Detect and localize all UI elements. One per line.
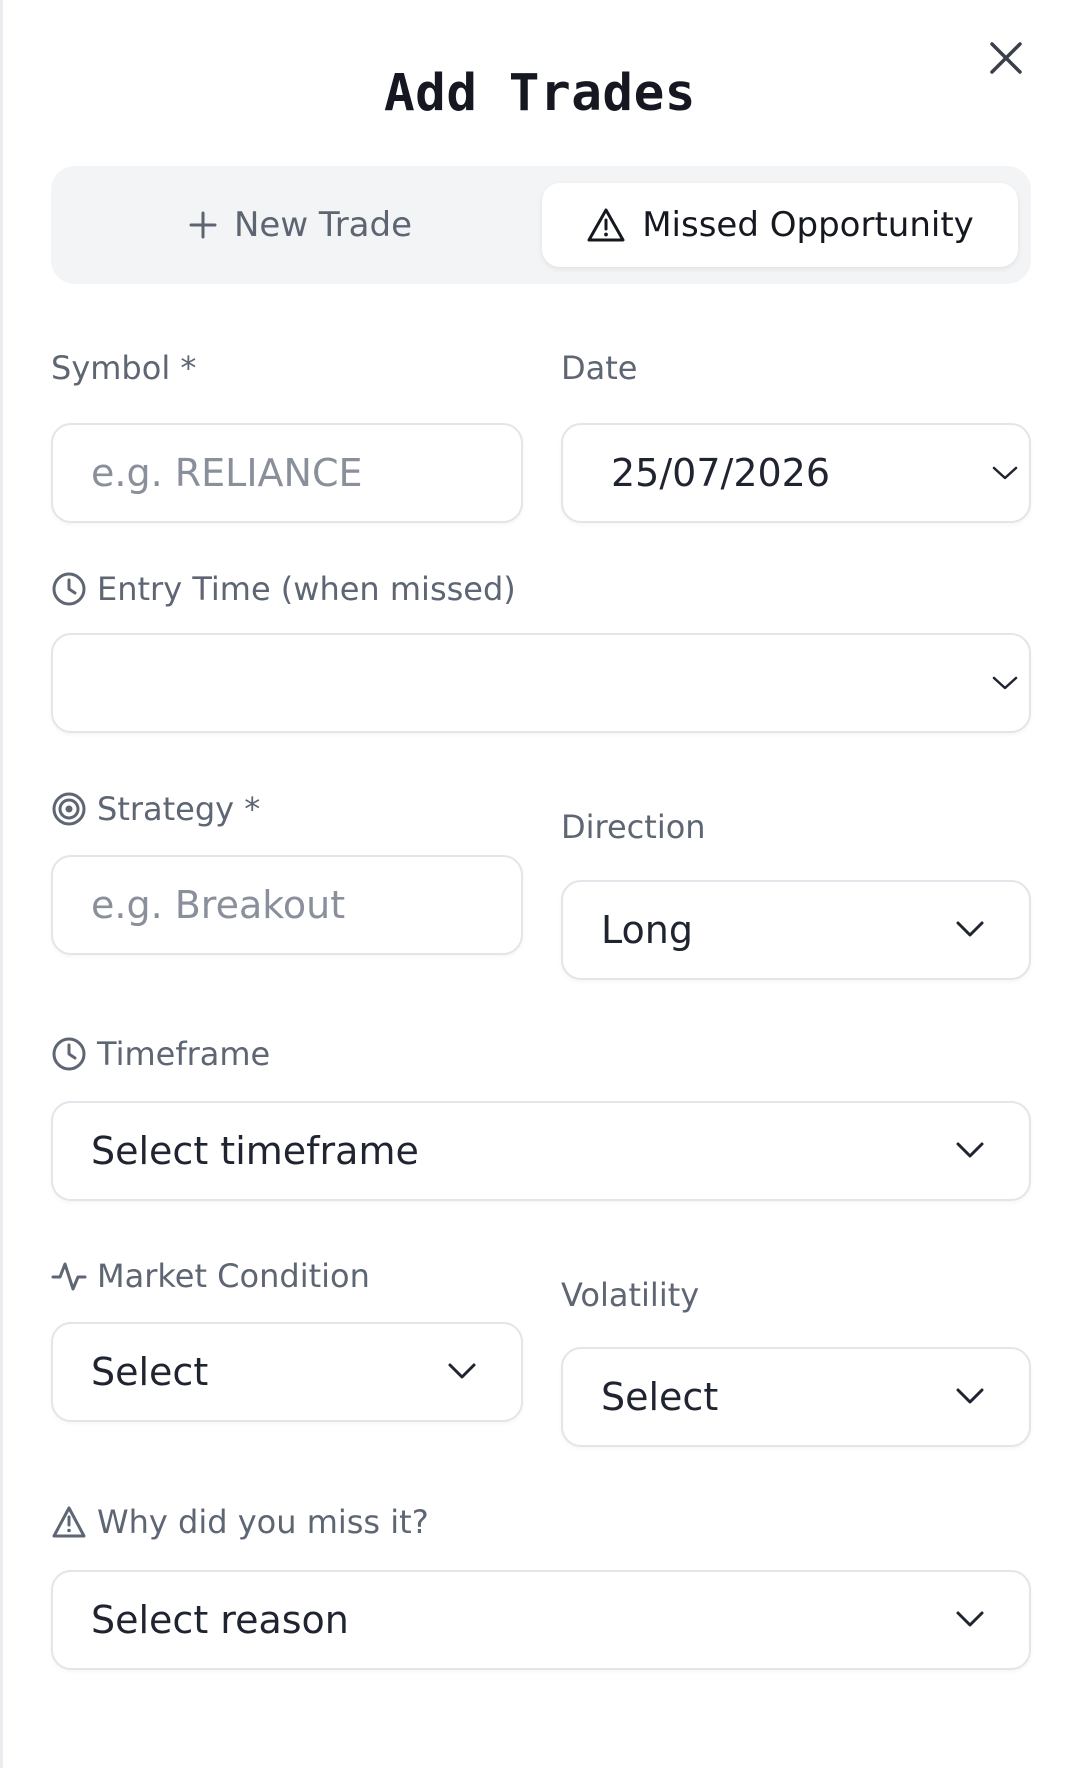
chevron-down-icon bbox=[992, 466, 1018, 480]
market-condition-label: Market Condition bbox=[51, 1257, 370, 1295]
chevron-down-icon bbox=[956, 1388, 984, 1404]
miss-reason-value: Select reason bbox=[91, 1598, 349, 1642]
symbol-field[interactable] bbox=[51, 423, 523, 523]
date-picker[interactable]: 25/07/2026 bbox=[561, 423, 1031, 523]
timeframe-label: Timeframe bbox=[51, 1035, 270, 1073]
strategy-label: Strategy * bbox=[51, 790, 260, 828]
timeframe-value: Select timeframe bbox=[91, 1129, 419, 1173]
timeframe-label-text: Timeframe bbox=[97, 1035, 271, 1073]
direction-value: Long bbox=[601, 908, 693, 952]
market-condition-value: Select bbox=[91, 1350, 209, 1394]
symbol-label-text: Symbol * bbox=[51, 349, 197, 387]
entry-time-picker[interactable] bbox=[51, 633, 1031, 733]
miss-reason-label-text: Why did you miss it? bbox=[97, 1503, 429, 1541]
chevron-down-icon bbox=[956, 921, 984, 937]
trade-mode-switch: New Trade Missed Opportunity bbox=[51, 166, 1031, 284]
direction-select[interactable]: Long bbox=[561, 880, 1031, 980]
date-label: Date bbox=[561, 349, 637, 387]
tab-new-trade[interactable]: New Trade bbox=[61, 183, 539, 267]
date-value: 25/07/2026 bbox=[611, 451, 831, 495]
warning-triangle-icon bbox=[52, 1506, 86, 1538]
market-condition-label-text: Market Condition bbox=[97, 1257, 370, 1295]
direction-label-text: Direction bbox=[561, 808, 706, 846]
clock-icon bbox=[52, 1037, 86, 1071]
plus-icon bbox=[189, 211, 217, 239]
direction-label: Direction bbox=[561, 808, 706, 846]
miss-reason-label: Why did you miss it? bbox=[51, 1503, 429, 1541]
close-icon bbox=[990, 42, 1022, 74]
strategy-field[interactable] bbox=[51, 855, 523, 955]
date-label-text: Date bbox=[561, 349, 638, 387]
tab-new-trade-label: New Trade bbox=[233, 205, 413, 245]
strategy-label-text: Strategy * bbox=[97, 790, 261, 828]
strategy-input[interactable] bbox=[53, 883, 521, 927]
sheet-edge bbox=[0, 0, 3, 1768]
chevron-down-icon bbox=[448, 1363, 476, 1379]
tab-missed-opportunity-label: Missed Opportunity bbox=[642, 205, 974, 245]
chevron-down-icon bbox=[992, 676, 1018, 690]
volatility-select[interactable]: Select bbox=[561, 1347, 1031, 1447]
timeframe-select[interactable]: Select timeframe bbox=[51, 1101, 1031, 1201]
market-condition-select[interactable]: Select bbox=[51, 1322, 523, 1422]
miss-reason-select[interactable]: Select reason bbox=[51, 1570, 1031, 1670]
volatility-label-text: Volatility bbox=[561, 1276, 700, 1314]
volatility-label: Volatility bbox=[561, 1276, 699, 1314]
entry-time-label: Entry Time (when missed) bbox=[51, 570, 516, 608]
volatility-value: Select bbox=[601, 1375, 719, 1419]
warning-triangle-icon bbox=[587, 208, 625, 242]
target-icon bbox=[52, 792, 86, 826]
symbol-label: Symbol * bbox=[51, 349, 196, 387]
tab-missed-opportunity[interactable]: Missed Opportunity bbox=[542, 183, 1018, 267]
close-button[interactable] bbox=[986, 38, 1026, 78]
activity-icon bbox=[51, 1262, 87, 1291]
symbol-input[interactable] bbox=[53, 451, 521, 495]
modal-title: Add Trades bbox=[383, 64, 697, 123]
chevron-down-icon bbox=[956, 1611, 984, 1627]
entry-time-label-text: Entry Time (when missed) bbox=[97, 570, 516, 608]
chevron-down-icon bbox=[956, 1142, 984, 1158]
clock-icon bbox=[52, 572, 86, 606]
